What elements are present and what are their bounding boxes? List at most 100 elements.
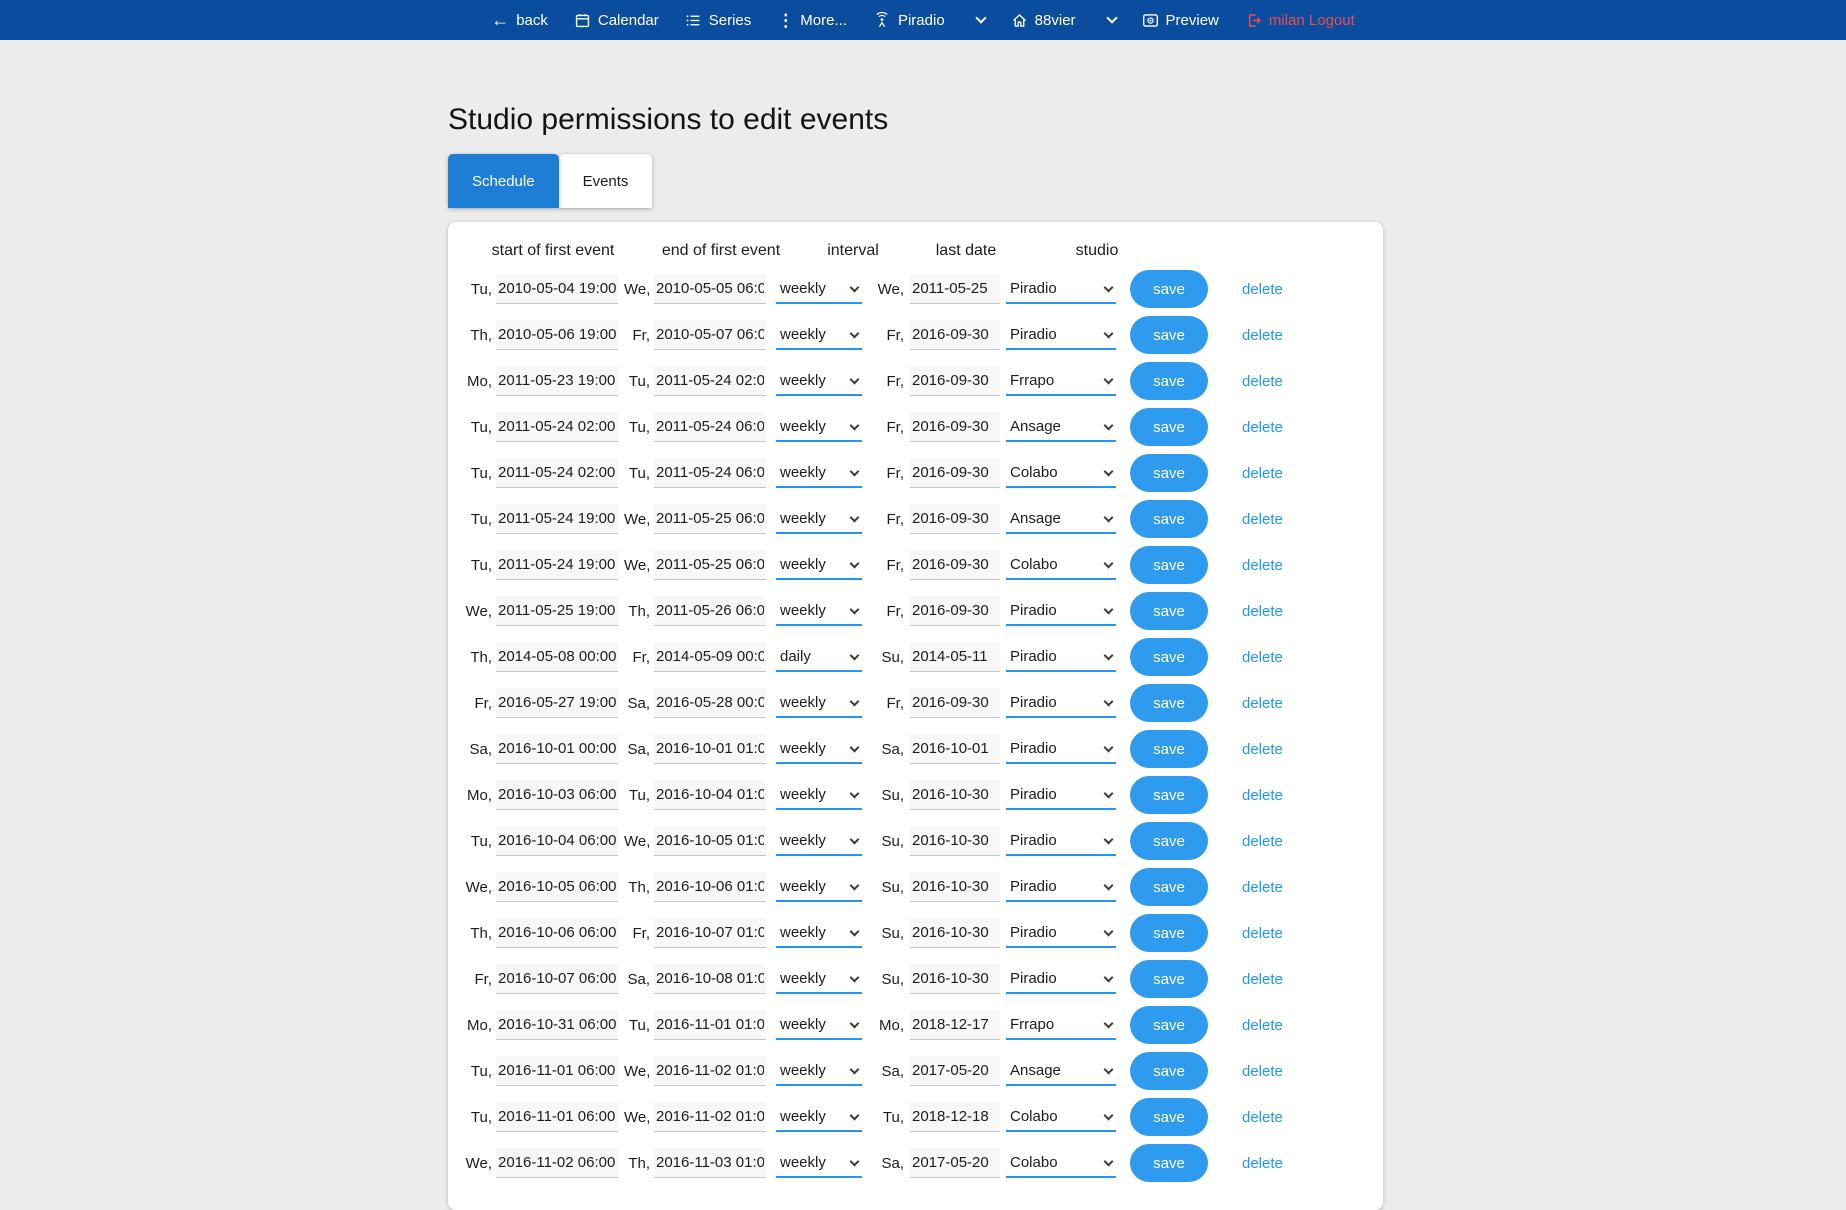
- save-button[interactable]: save: [1130, 776, 1208, 814]
- interval-select-control[interactable]: weekly: [776, 1102, 862, 1130]
- interval-select[interactable]: weekly: [776, 320, 862, 350]
- interval-select-control[interactable]: weekly: [776, 596, 862, 624]
- last-date-input[interactable]: [910, 504, 1000, 534]
- save-button[interactable]: save: [1130, 316, 1208, 354]
- logout-button[interactable]: milan Logout: [1245, 12, 1355, 29]
- delete-link[interactable]: delete: [1242, 695, 1283, 712]
- end-of-event-input[interactable]: [654, 688, 766, 718]
- studio-select-control[interactable]: Frrapo: [1006, 366, 1116, 394]
- save-button[interactable]: save: [1130, 1144, 1208, 1182]
- studio-select[interactable]: Piradio: [1006, 274, 1116, 304]
- interval-select[interactable]: weekly: [776, 918, 862, 948]
- interval-select[interactable]: weekly: [776, 826, 862, 856]
- end-of-event-input[interactable]: [654, 734, 766, 764]
- interval-select[interactable]: weekly: [776, 872, 862, 902]
- studio-select[interactable]: Piradio: [1006, 826, 1116, 856]
- delete-link[interactable]: delete: [1242, 373, 1283, 390]
- end-of-event-input[interactable]: [654, 274, 766, 304]
- studio-select-control[interactable]: Piradio: [1006, 826, 1116, 854]
- end-of-event-input[interactable]: [654, 780, 766, 810]
- interval-select[interactable]: weekly: [776, 504, 862, 534]
- last-date-input[interactable]: [910, 1010, 1000, 1040]
- studio-select[interactable]: Ansage: [1006, 412, 1116, 442]
- nav-station-dropdown[interactable]: Piradio: [873, 11, 945, 29]
- studio-select[interactable]: Piradio: [1006, 918, 1116, 948]
- last-date-input[interactable]: [910, 1056, 1000, 1086]
- last-date-input[interactable]: [910, 780, 1000, 810]
- nav-channel-dropdown[interactable]: 88vier: [1011, 12, 1076, 29]
- delete-link[interactable]: delete: [1242, 281, 1283, 298]
- save-button[interactable]: save: [1130, 822, 1208, 860]
- nav-calendar-button[interactable]: Calendar: [574, 12, 659, 29]
- last-date-input[interactable]: [910, 1102, 1000, 1132]
- studio-select-control[interactable]: Piradio: [1006, 964, 1116, 992]
- start-of-event-input[interactable]: [496, 504, 618, 534]
- last-date-input[interactable]: [910, 366, 1000, 396]
- studio-select-control[interactable]: Ansage: [1006, 1056, 1116, 1084]
- start-of-event-input[interactable]: [496, 642, 618, 672]
- interval-select[interactable]: weekly: [776, 458, 862, 488]
- interval-select[interactable]: weekly: [776, 780, 862, 810]
- delete-link[interactable]: delete: [1242, 511, 1283, 528]
- end-of-event-input[interactable]: [654, 504, 766, 534]
- studio-select-control[interactable]: Colabo: [1006, 1148, 1116, 1176]
- interval-select[interactable]: weekly: [776, 412, 862, 442]
- delete-link[interactable]: delete: [1242, 1155, 1283, 1172]
- interval-select-control[interactable]: weekly: [776, 872, 862, 900]
- start-of-event-input[interactable]: [496, 550, 618, 580]
- save-button[interactable]: save: [1130, 270, 1208, 308]
- last-date-input[interactable]: [910, 826, 1000, 856]
- delete-link[interactable]: delete: [1242, 1017, 1283, 1034]
- interval-select-control[interactable]: weekly: [776, 458, 862, 486]
- interval-select-control[interactable]: weekly: [776, 688, 862, 716]
- studio-select-control[interactable]: Frrapo: [1006, 1010, 1116, 1038]
- save-button[interactable]: save: [1130, 684, 1208, 722]
- interval-select-control[interactable]: weekly: [776, 412, 862, 440]
- start-of-event-input[interactable]: [496, 320, 618, 350]
- start-of-event-input[interactable]: [496, 458, 618, 488]
- end-of-event-input[interactable]: [654, 642, 766, 672]
- end-of-event-input[interactable]: [654, 596, 766, 626]
- end-of-event-input[interactable]: [654, 366, 766, 396]
- interval-select[interactable]: weekly: [776, 596, 862, 626]
- delete-link[interactable]: delete: [1242, 971, 1283, 988]
- studio-select[interactable]: Colabo: [1006, 550, 1116, 580]
- interval-select[interactable]: weekly: [776, 550, 862, 580]
- studio-select[interactable]: Piradio: [1006, 964, 1116, 994]
- studio-select-control[interactable]: Ansage: [1006, 504, 1116, 532]
- save-button[interactable]: save: [1130, 546, 1208, 584]
- studio-select[interactable]: Piradio: [1006, 688, 1116, 718]
- nav-series-button[interactable]: Series: [685, 12, 752, 29]
- last-date-input[interactable]: [910, 964, 1000, 994]
- save-button[interactable]: save: [1130, 500, 1208, 538]
- last-date-input[interactable]: [910, 1148, 1000, 1178]
- end-of-event-input[interactable]: [654, 826, 766, 856]
- studio-select[interactable]: Frrapo: [1006, 366, 1116, 396]
- start-of-event-input[interactable]: [496, 964, 618, 994]
- nav-more-button[interactable]: ⋮ More...: [777, 12, 847, 29]
- last-date-input[interactable]: [910, 596, 1000, 626]
- station-dropdown-toggle[interactable]: [977, 19, 985, 22]
- interval-select[interactable]: weekly: [776, 1148, 862, 1178]
- studio-select[interactable]: Colabo: [1006, 1148, 1116, 1178]
- save-button[interactable]: save: [1130, 868, 1208, 906]
- interval-select-control[interactable]: weekly: [776, 1010, 862, 1038]
- studio-select-control[interactable]: Piradio: [1006, 596, 1116, 624]
- save-button[interactable]: save: [1130, 914, 1208, 952]
- save-button[interactable]: save: [1130, 1006, 1208, 1044]
- interval-select-control[interactable]: weekly: [776, 780, 862, 808]
- interval-select-control[interactable]: weekly: [776, 1148, 862, 1176]
- save-button[interactable]: save: [1130, 960, 1208, 998]
- start-of-event-input[interactable]: [496, 1010, 618, 1040]
- studio-select[interactable]: Piradio: [1006, 872, 1116, 902]
- delete-link[interactable]: delete: [1242, 557, 1283, 574]
- start-of-event-input[interactable]: [496, 734, 618, 764]
- studio-select[interactable]: Frrapo: [1006, 1010, 1116, 1040]
- studio-select[interactable]: Piradio: [1006, 596, 1116, 626]
- studio-select[interactable]: Colabo: [1006, 1102, 1116, 1132]
- last-date-input[interactable]: [910, 412, 1000, 442]
- interval-select[interactable]: daily: [776, 642, 862, 672]
- studio-select-control[interactable]: Colabo: [1006, 550, 1116, 578]
- interval-select-control[interactable]: weekly: [776, 320, 862, 348]
- studio-select-control[interactable]: Piradio: [1006, 274, 1116, 302]
